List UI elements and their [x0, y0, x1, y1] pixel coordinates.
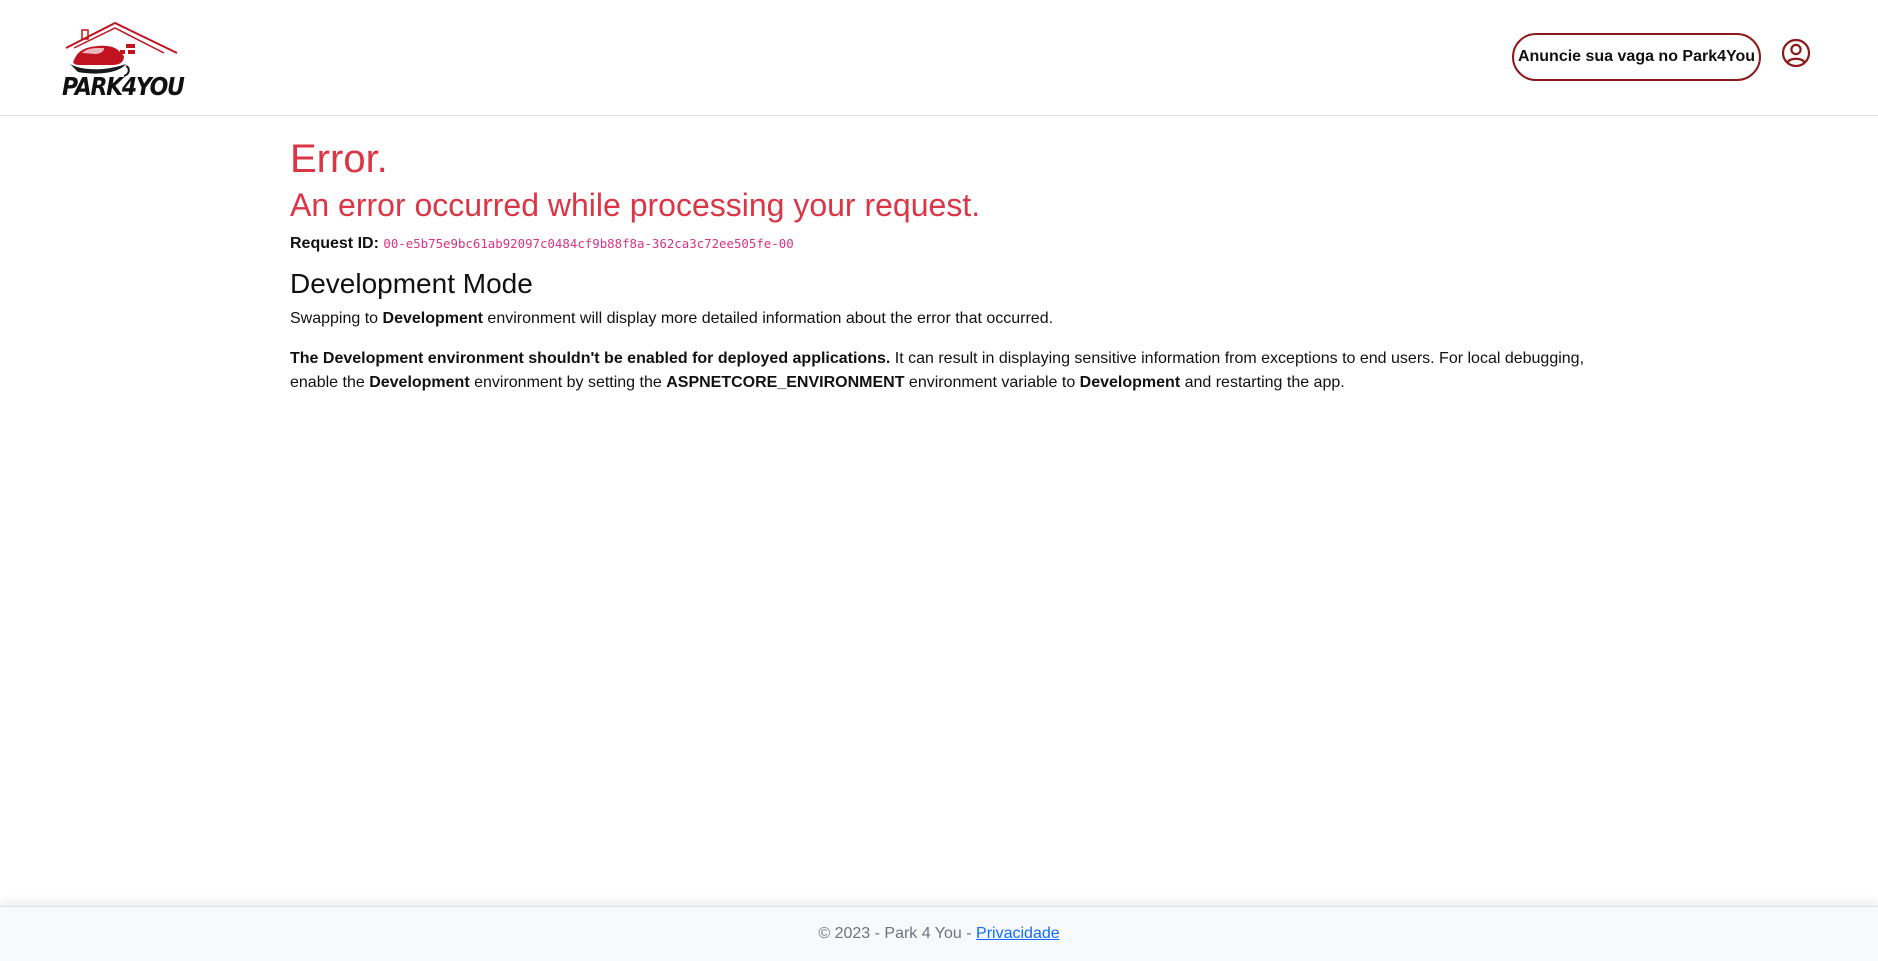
p2-text-3: environment variable to [904, 374, 1080, 392]
p2-text-2: environment by setting the [469, 374, 667, 392]
user-circle-icon [1781, 38, 1811, 68]
p2-bold-4: Development [1079, 374, 1181, 392]
park4you-logo[interactable]: PARK4YOU [60, 20, 185, 104]
p2-text-4: and restarting the app. [1180, 374, 1345, 392]
dev-mode-heading: Development Mode [290, 268, 533, 300]
p1-bold-1: Development [382, 310, 483, 328]
error-title: Error. [290, 137, 388, 181]
logo-house-car-icon [65, 21, 178, 77]
p1-text-1: Swapping to [290, 310, 383, 328]
main-content: Error. An error occurred while processin… [290, 116, 1590, 395]
dev-mode-paragraph-2: The Development environment shouldn't be… [290, 347, 1590, 395]
site-header: PARK4YOU Anuncie sua vaga no Park4You [0, 0, 1878, 116]
request-id-label: Request ID: [290, 235, 379, 253]
dev-mode-paragraph-1: Swapping to Development environment will… [290, 307, 1590, 331]
p2-bold-2: Development [369, 374, 470, 392]
p2-bold-1: The Development environment shouldn't be… [290, 350, 891, 368]
user-account-button[interactable] [1781, 38, 1811, 68]
error-subtitle: An error occurred while processing your … [290, 187, 981, 223]
announce-spot-button[interactable]: Anuncie sua vaga no Park4You [1512, 33, 1761, 81]
p1-text-2: environment will display more detailed i… [482, 310, 1054, 328]
logo-wordmark: PARK4YOU [62, 72, 185, 101]
privacy-link[interactable]: Privacidade [976, 925, 1060, 943]
request-id-value: 00-e5b75e9bc61ab92097c0484cf9b88f8a-362c… [383, 236, 794, 252]
site-footer: © 2023 - Park 4 You - Privacidade [0, 906, 1878, 961]
request-id-line: Request ID: 00-e5b75e9bc61ab92097c0484cf… [290, 232, 1590, 256]
footer-copyright: © 2023 - Park 4 You - [818, 925, 977, 942]
p2-bold-3: ASPNETCORE_ENVIRONMENT [666, 374, 905, 392]
